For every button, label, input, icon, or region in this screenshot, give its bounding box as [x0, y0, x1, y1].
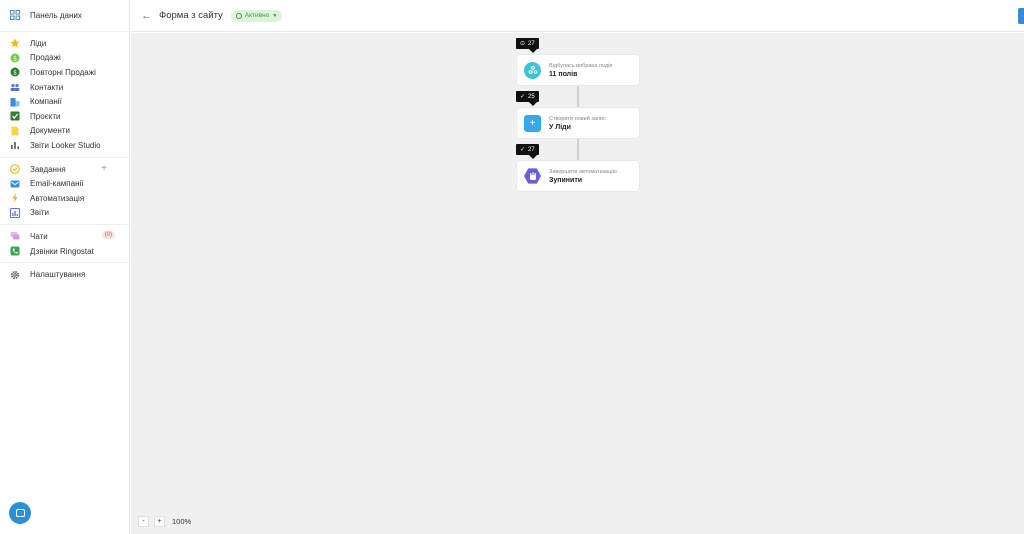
- people-icon: [10, 82, 20, 92]
- chat-icon: [10, 231, 20, 241]
- sidebar-item-label: Ліди: [30, 38, 47, 48]
- execution-counter: ⊙ 27: [516, 38, 539, 53]
- sidebar-item-label: Панель даних: [30, 11, 82, 20]
- sidebar-group-communications: Чати (0) Дзвінки Ringostat: [0, 225, 129, 264]
- sidebar-item-label: Повторні Продажі: [30, 67, 96, 77]
- play-icon: ⊙: [520, 41, 526, 47]
- phone-icon: [10, 246, 20, 256]
- execution-counter: ✓ 27: [516, 144, 539, 159]
- zoom-controls: - + 100%: [138, 516, 191, 527]
- node-subtitle: Відбулась вибрана подія: [549, 62, 613, 69]
- node-title: 11 полів: [549, 70, 578, 78]
- sidebar-item-label: Продажі: [30, 53, 61, 63]
- sidebar-item-label: Звіти Looker Studio: [30, 140, 101, 150]
- sidebar-item-label: Email-кампанії: [30, 179, 84, 189]
- counter-value: 27: [528, 40, 535, 47]
- counter-value: 27: [528, 146, 535, 153]
- status-label: Активно: [244, 12, 270, 19]
- sidebar-item-label: Дзвінки Ringostat: [30, 246, 94, 256]
- header-action-button[interactable]: [1018, 8, 1024, 24]
- sidebar-item-looker-reports[interactable]: Звіти Looker Studio: [0, 138, 129, 153]
- chevron-down-icon: ▼: [272, 12, 278, 19]
- plus-icon: +: [524, 114, 541, 132]
- svg-text:$: $: [13, 70, 17, 77]
- report-icon: [10, 207, 20, 218]
- sidebar-item-label: Чати: [30, 231, 48, 241]
- sidebar-item-companies[interactable]: Компанії: [0, 94, 129, 109]
- checkbox-icon: [10, 111, 20, 121]
- sidebar-item-label: Компанії: [30, 97, 62, 107]
- flow-node-create-record[interactable]: + Створити новий запис У Ліди: [517, 108, 639, 138]
- star-icon: [10, 38, 20, 48]
- sidebar-item-label: Проєкти: [30, 111, 61, 121]
- automation-canvas[interactable]: ⊙ 27 Відбулась вибрана подія 11 полів ✓ …: [131, 33, 1024, 534]
- zoom-out-button[interactable]: -: [138, 516, 149, 527]
- sidebar-item-label: Автоматизація: [30, 193, 85, 203]
- sidebar-group-tools: Завдання + Email-кампанії Автоматизація …: [0, 158, 129, 226]
- sidebar-item-settings[interactable]: Налаштування: [0, 267, 129, 282]
- unread-count-badge: (0): [101, 231, 115, 240]
- status-badge[interactable]: Активно ▼: [230, 9, 283, 22]
- execution-counter: ✓ 25: [516, 91, 539, 106]
- page-header: ← Форма з сайту Активно ▼: [131, 0, 1024, 32]
- zoom-in-button[interactable]: +: [154, 516, 165, 527]
- sidebar-item-sales[interactable]: $ Продажі: [0, 51, 129, 66]
- sidebar-item-contacts[interactable]: Контакти: [0, 80, 129, 95]
- building-icon: [10, 97, 20, 107]
- arrow-left-icon[interactable]: ←: [141, 10, 155, 22]
- sidebar-item-chats[interactable]: Чати (0): [0, 229, 129, 244]
- document-icon: [10, 126, 20, 136]
- sidebar-item-label: Завдання: [30, 164, 66, 174]
- counter-value: 25: [528, 93, 535, 100]
- zoom-level: 100%: [172, 517, 192, 526]
- sidebar-item-repeat-sales[interactable]: $ Повторні Продажі: [0, 65, 129, 80]
- flow-connector: [577, 138, 579, 160]
- sidebar-item-ringostat[interactable]: Дзвінки Ringostat: [0, 244, 129, 259]
- sidebar-item-label: Документи: [30, 126, 70, 136]
- gear-icon: [10, 270, 20, 280]
- bar-chart-icon: [10, 140, 20, 150]
- app-window: Панель даних Ліди $ Продажі $ Повторні П…: [0, 0, 1024, 534]
- svg-text:$: $: [13, 55, 17, 62]
- sidebar-item-label: Контакти: [30, 82, 64, 92]
- flow-connector: [577, 85, 579, 107]
- dollar-circle-icon: $: [10, 53, 20, 63]
- flow-node-stop[interactable]: Завершити автоматизацію Зупинити: [517, 161, 639, 191]
- repeat-dollar-icon: $: [10, 67, 20, 77]
- page-title: Форма з сайту: [159, 10, 223, 21]
- add-task-button[interactable]: +: [101, 163, 107, 174]
- sidebar-item-documents[interactable]: Документи: [0, 124, 129, 139]
- status-dot-icon: [235, 12, 242, 19]
- chat-bubble-icon: [15, 509, 25, 517]
- sidebar-item-tasks[interactable]: Завдання +: [0, 162, 129, 177]
- sidebar-item-projects[interactable]: Проєкти: [0, 109, 129, 124]
- sidebar-item-reports[interactable]: Звіти: [0, 206, 129, 221]
- sidebar: Панель даних Ліди $ Продажі $ Повторні П…: [0, 0, 130, 534]
- sidebar-item-label: Налаштування: [30, 270, 86, 280]
- stop-hand-icon: [524, 168, 541, 184]
- support-chat-button[interactable]: [9, 502, 31, 524]
- node-title: Зупинити: [549, 176, 583, 184]
- sidebar-group-settings: Налаштування: [0, 263, 129, 286]
- check-circle-icon: [10, 164, 20, 174]
- sidebar-item-leads[interactable]: Ліди: [0, 36, 129, 51]
- node-subtitle: Завершити автоматизацію: [549, 168, 617, 175]
- email-icon: [10, 179, 20, 189]
- node-title: У Ліди: [549, 123, 571, 131]
- check-icon: ✓: [520, 94, 526, 100]
- lightning-icon: [10, 193, 20, 203]
- sidebar-group-crm: Ліди $ Продажі $ Повторні Продажі Контак…: [0, 32, 129, 158]
- sidebar-item-label: Звіти: [30, 208, 49, 218]
- flow-node-trigger[interactable]: Відбулась вибрана подія 11 полів: [517, 55, 639, 85]
- node-subtitle: Створити новий запис: [549, 115, 606, 122]
- webhook-icon: [524, 61, 541, 79]
- sidebar-item-dashboard[interactable]: Панель даних: [0, 0, 129, 32]
- sidebar-item-automation[interactable]: Автоматизація: [0, 191, 129, 206]
- check-icon: ✓: [520, 147, 526, 153]
- sidebar-item-email-campaigns[interactable]: Email-кампанії: [0, 176, 129, 191]
- dashboard-grid-icon: [10, 9, 20, 22]
